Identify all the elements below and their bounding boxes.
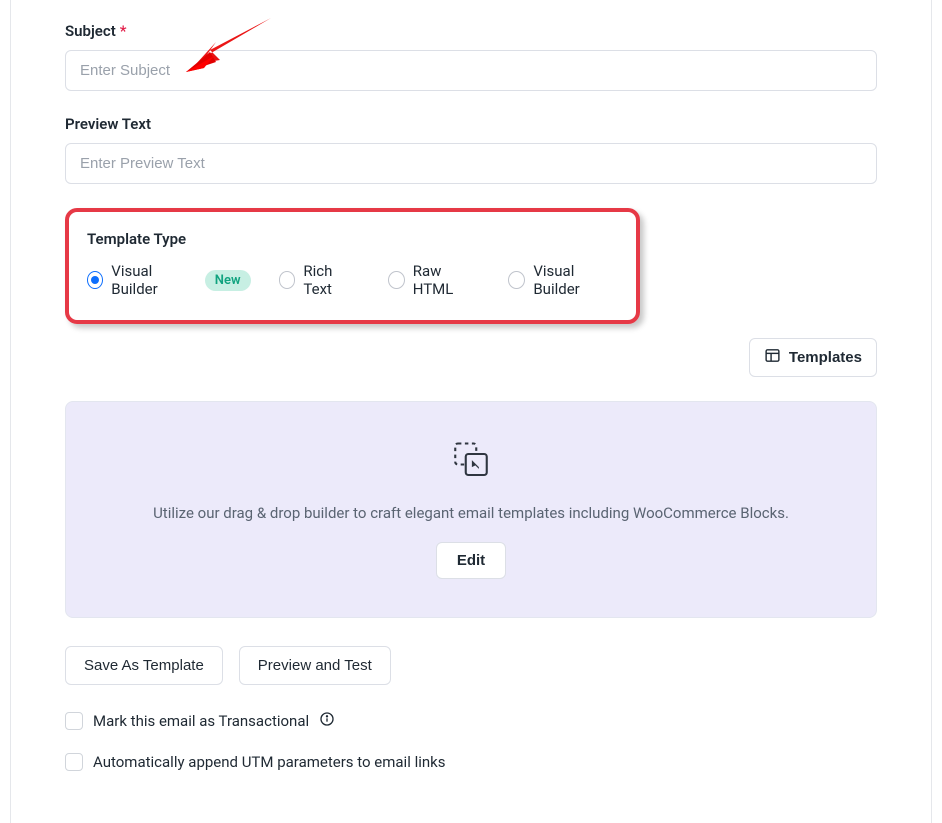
info-icon[interactable]	[319, 711, 335, 731]
transactional-checkbox-row: Mark this email as Transactional	[65, 711, 877, 731]
utm-label: Automatically append UTM parameters to e…	[93, 753, 446, 771]
utm-checkbox-row: Automatically append UTM parameters to e…	[65, 753, 877, 771]
radio-icon	[87, 271, 103, 289]
preview-text-input[interactable]	[65, 143, 877, 184]
preview-text-field-group: Preview Text	[65, 115, 877, 184]
radio-label: Visual Builder	[533, 262, 618, 298]
subject-label: Subject	[65, 22, 116, 40]
radio-icon	[508, 271, 525, 289]
required-asterisk: *	[120, 22, 127, 40]
templates-button-label: Templates	[789, 349, 862, 366]
new-badge: New	[205, 270, 251, 291]
radio-rich-text[interactable]: Rich Text	[279, 262, 360, 298]
radio-icon	[279, 271, 296, 289]
builder-preview-panel: Utilize our drag & drop builder to craft…	[65, 401, 877, 618]
subject-input[interactable]	[65, 50, 877, 91]
save-as-template-button[interactable]: Save As Template	[65, 646, 223, 685]
template-type-label: Template Type	[87, 230, 618, 248]
layout-icon	[764, 347, 781, 368]
radio-label: Visual Builder	[111, 262, 192, 298]
radio-label: Raw HTML	[413, 262, 481, 298]
utm-checkbox[interactable]	[65, 753, 83, 771]
template-type-radio-group: Visual Builder New Rich Text Raw HTML Vi…	[87, 262, 618, 298]
drag-drop-icon	[86, 440, 856, 486]
transactional-checkbox[interactable]	[65, 712, 83, 730]
radio-visual-builder-legacy[interactable]: Visual Builder	[508, 262, 618, 298]
subject-field-group: Subject *	[65, 0, 877, 91]
template-type-highlight-box: Template Type Visual Builder New Rich Te…	[65, 208, 640, 324]
templates-button[interactable]: Templates	[749, 338, 877, 377]
preview-and-test-button[interactable]: Preview and Test	[239, 646, 391, 685]
radio-raw-html[interactable]: Raw HTML	[388, 262, 481, 298]
transactional-label: Mark this email as Transactional	[93, 712, 309, 730]
radio-visual-builder-new[interactable]: Visual Builder New	[87, 262, 251, 298]
builder-description: Utilize our drag & drop builder to craft…	[86, 504, 856, 522]
preview-text-label: Preview Text	[65, 115, 151, 133]
radio-label: Rich Text	[303, 262, 359, 298]
edit-button[interactable]: Edit	[436, 542, 506, 579]
radio-icon	[388, 271, 405, 289]
